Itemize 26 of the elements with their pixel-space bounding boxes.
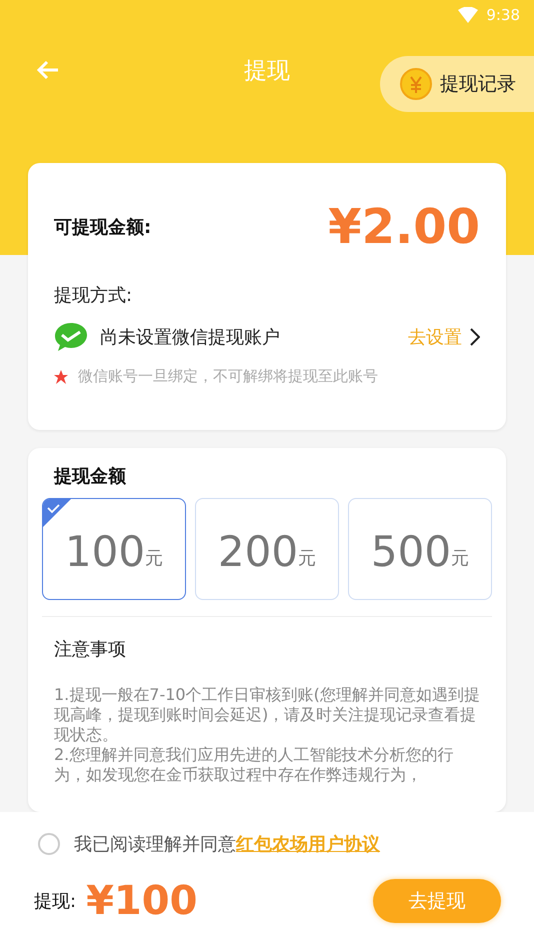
balance-label: 可提现金额: — [54, 216, 152, 239]
binding-note: 微信账号一旦绑定，不可解绑将提现至此账号 — [78, 367, 378, 386]
notice-paragraph: 1.提现一般在7-10个工作日审核到账(您理解并同意如遇到提现高峰，提现到账时间会延迟)，请及时关注提现记录查看提现状态。 — [54, 685, 480, 745]
agreement-text: 我已阅读理解并同意红包农场用户协议 — [74, 833, 380, 856]
notice-paragraph: 2.您理解并同意我们应用先进的人工智能技术分析您的行为，如发现您在金币获取过程中存在作弊违规行为， — [54, 745, 454, 785]
amount-option[interactable]: 500元 — [348, 498, 492, 600]
status-time: 9:38 — [486, 6, 520, 24]
method-label: 提现方式: — [54, 284, 134, 307]
chat-bubble-check-icon — [54, 321, 88, 353]
check-corner-icon — [43, 499, 71, 527]
chevron-right-icon — [470, 328, 480, 346]
back-arrow-icon[interactable] — [36, 60, 60, 80]
amount-section-title: 提现金额 — [54, 465, 127, 488]
agreement-radio[interactable] — [38, 833, 60, 855]
notes-title: 注意事项 — [54, 638, 127, 661]
withdraw-record-button[interactable]: 提现记录 — [380, 56, 534, 112]
coin-icon — [400, 68, 432, 100]
withdraw-amount: ¥100 — [86, 878, 198, 924]
amount-option[interactable]: 200元 — [195, 498, 339, 600]
star-icon — [54, 370, 68, 384]
withdraw-label: 提现: — [34, 890, 76, 913]
account-status: 尚未设置微信提现账户 — [100, 326, 281, 349]
amount-option[interactable]: 100元 — [42, 498, 186, 600]
balance-amount: ¥2.00 — [328, 199, 480, 255]
page-title: 提现 — [244, 58, 290, 84]
wifi-icon — [458, 7, 478, 23]
